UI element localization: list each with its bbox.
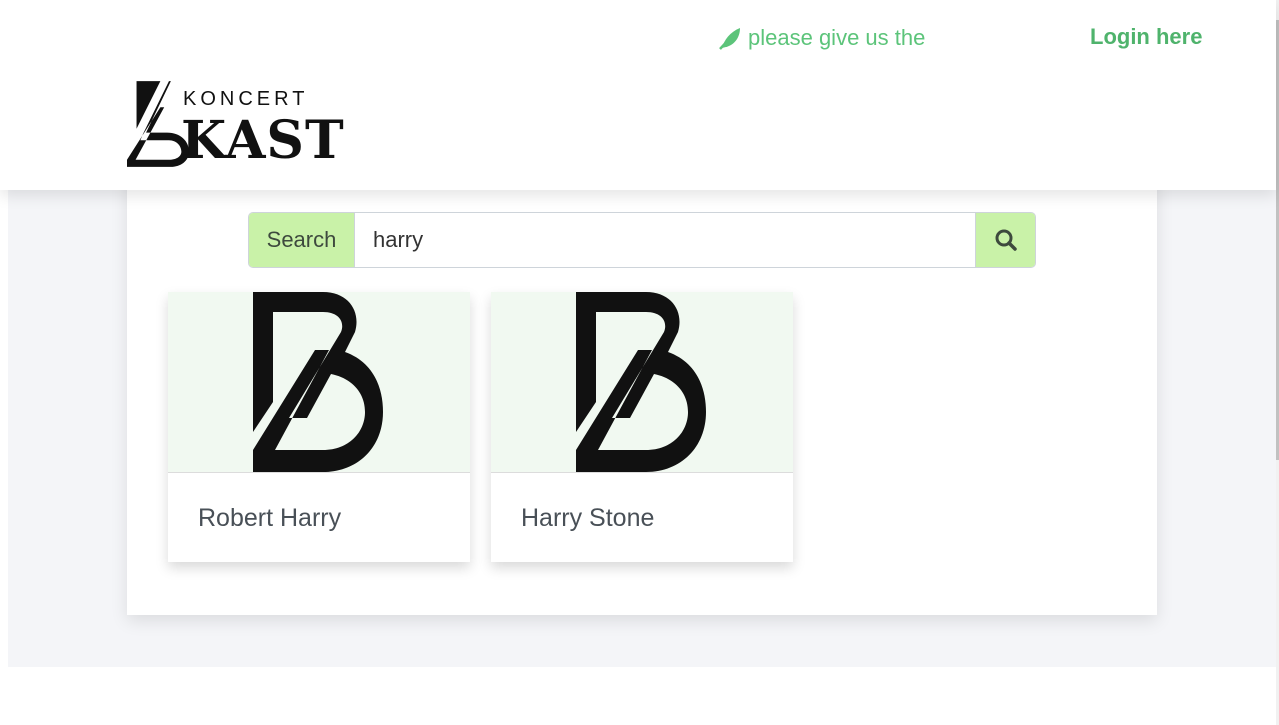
- login-link[interactable]: Login here: [1090, 24, 1202, 50]
- artist-card[interactable]: Robert Harry: [168, 292, 470, 562]
- search-bar: Search: [248, 212, 1036, 268]
- logo-top-word: KONCERT: [183, 88, 309, 110]
- artist-card[interactable]: Harry Stone: [491, 292, 793, 562]
- logo-main-word: KAST: [181, 110, 345, 171]
- announcement-banner: please give us the: [718, 24, 925, 52]
- site-header: please give us the Login here KONCERT KA…: [0, 0, 1276, 190]
- announcement-text: please give us the: [748, 25, 926, 50]
- artist-thumbnail: [491, 292, 793, 473]
- search-input[interactable]: [355, 213, 975, 267]
- artist-name: Robert Harry: [198, 504, 342, 532]
- search-label: Search: [249, 213, 355, 267]
- artist-placeholder-logo-icon: [253, 292, 383, 472]
- search-icon: [995, 229, 1017, 251]
- koncertkast-logo[interactable]: KONCERT KAST: [127, 76, 367, 172]
- search-button[interactable]: [975, 213, 1035, 267]
- artist-name: Harry Stone: [521, 504, 655, 532]
- leaf-icon: [719, 28, 740, 50]
- logo-mark-icon: [127, 81, 189, 167]
- artist-placeholder-logo-icon: [576, 292, 706, 472]
- artist-thumbnail: [168, 292, 470, 473]
